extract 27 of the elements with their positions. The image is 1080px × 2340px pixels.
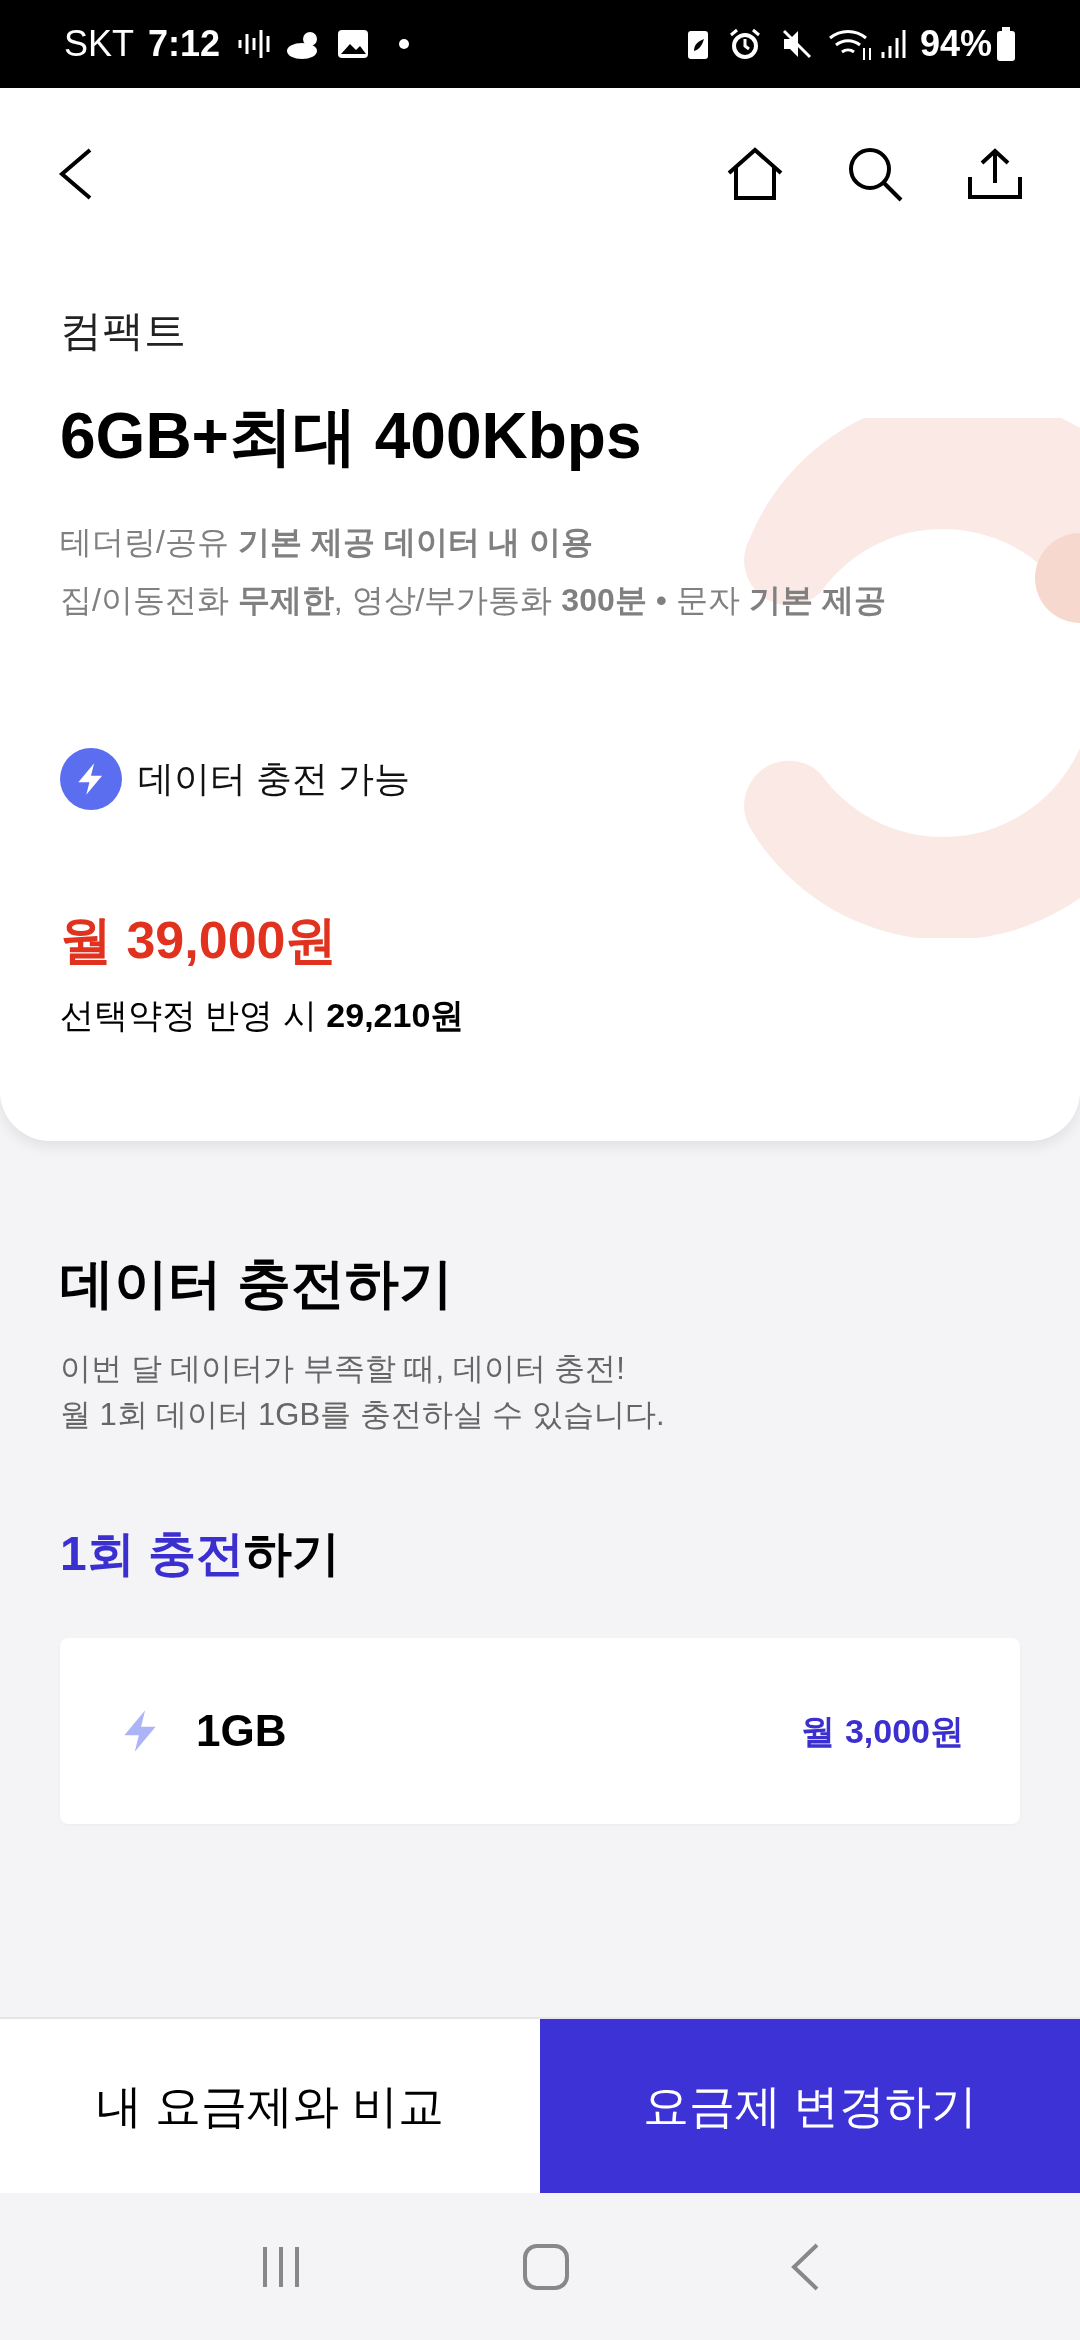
recharge-subtitle: 1회 충전하기 — [60, 1530, 342, 1578]
plan-price: 월 39,000원 — [60, 914, 339, 966]
share-icon[interactable] — [966, 147, 1024, 201]
home-icon[interactable] — [726, 147, 784, 201]
section-description: 월 1회 데이터 1GB를 충전하실 수 있습니다. — [60, 1396, 666, 1434]
carrier-text: SKT — [64, 22, 134, 66]
plan-category: 컴팩트 — [60, 310, 187, 352]
option-amount: 1GB — [196, 1705, 287, 1757]
battery-icon — [996, 27, 1016, 61]
option-price: 월 3,000원 — [801, 1710, 964, 1752]
clock-text: 7:12 — [148, 22, 221, 66]
battery-percent-text: 94% — [919, 22, 992, 66]
feature-label: 데이터 충전 가능 — [138, 757, 410, 801]
alarm-icon — [727, 27, 762, 61]
plan-detail-text: 테더링/공유 기본 제공 데이터 내 이용 — [60, 523, 595, 562]
compare-button[interactable]: 내 요금제와 비교 — [0, 2019, 540, 2193]
dot-icon — [398, 38, 411, 50]
section-description: 이번 달 데이터가 부족할 때, 데이터 충전! — [60, 1350, 626, 1388]
section-title: 데이터 충전하기 — [60, 1256, 454, 1310]
image-icon — [336, 28, 371, 60]
recharge-option-card[interactable]: 1GB 월 3,000원 — [60, 1638, 1020, 1824]
search-icon[interactable] — [846, 145, 904, 203]
change-plan-button[interactable]: 요금제 변경하기 — [540, 2019, 1080, 2193]
discount-price-text: 선택약정 반영 시 29,210원 — [60, 995, 466, 1036]
plan-detail-text: 집/이동전화 무제한, 영상/부가통화 300분 • 문자 기본 제공 — [60, 581, 887, 620]
signal-icon — [879, 28, 908, 60]
home-button-icon[interactable] — [522, 2242, 570, 2291]
